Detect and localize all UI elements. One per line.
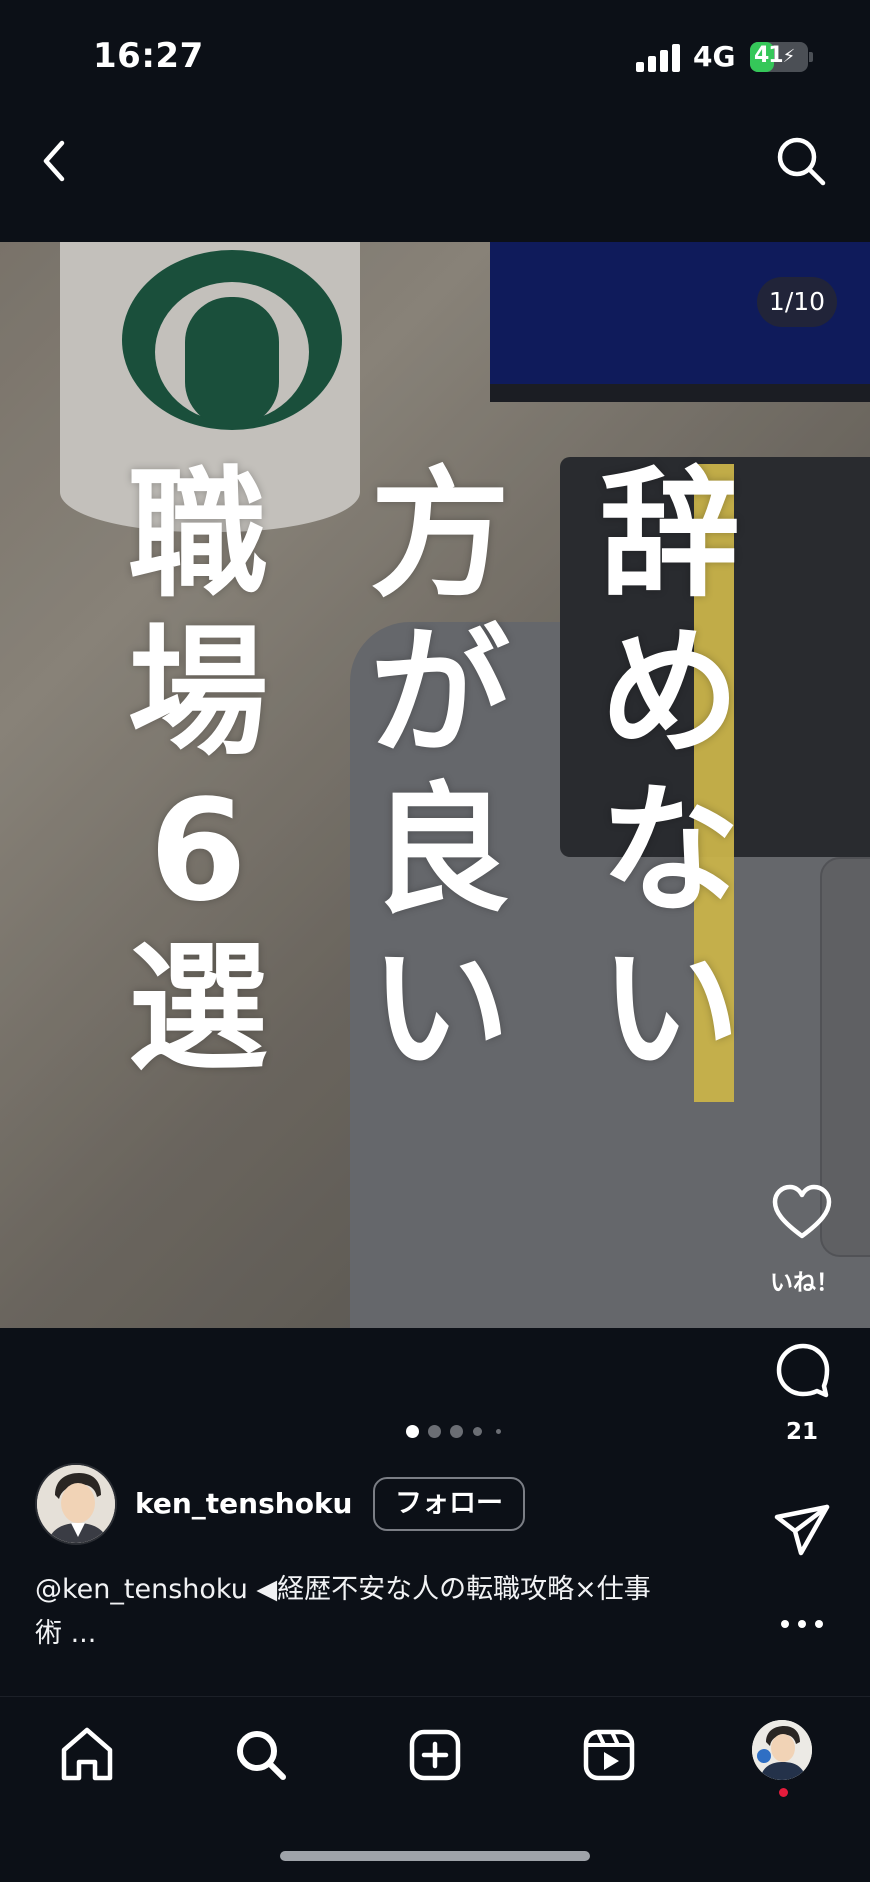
image-counter: 1/10 [757,277,837,327]
carousel-dot [473,1427,482,1436]
notification-dot [779,1788,788,1797]
author-username[interactable]: ken_tenshoku [135,1487,353,1520]
comment-count: 21 [785,1419,818,1445]
battery-cap [809,52,813,62]
profile-avatar-icon[interactable] [752,1720,812,1780]
carousel-indicator [398,1423,518,1439]
send-icon[interactable] [773,1503,831,1557]
author-avatar[interactable] [35,1463,117,1545]
heart-icon[interactable] [771,1184,833,1240]
post-image[interactable]: 辞 め な い 方 が 良 い 職 場 6 選 1/10 [0,242,870,1328]
signal-strength-icon [636,44,680,72]
overlay-text-column-1: 辞 め な い [590,457,750,1089]
overlay-char: い [599,928,740,1091]
status-time: 16:27 [93,36,204,76]
more-horizontal-icon[interactable] [779,1614,825,1634]
overlay-char: 良 [369,770,510,933]
battery-level: 41 [754,43,784,68]
comment-icon[interactable] [775,1342,831,1398]
caption-line-2: 術 ... [35,1618,97,1649]
overlay-char: 辞 [599,454,740,617]
status-bar: 16:27 4G 41⚡ [0,0,870,110]
home-icon[interactable] [52,1720,122,1790]
overlay-text-column-2: 方 が 良 い [360,457,520,1089]
back-chevron-icon[interactable] [34,137,74,185]
carousel-dot [450,1425,463,1438]
carousel-dot-active [406,1425,419,1438]
overlay-char: い [369,928,510,1091]
network-type: 4G [693,40,736,73]
carousel-dot [496,1429,501,1434]
search-tab-icon[interactable] [226,1720,296,1790]
author-row: ken_tenshoku フォロー [35,1463,595,1549]
overlay-char: 選 [127,928,268,1091]
overlay-char: が [369,612,510,775]
search-icon[interactable] [773,133,829,189]
overlay-char: 方 [369,454,510,617]
create-plus-icon[interactable] [400,1720,470,1790]
caption-line-1: @ken_tenshoku ◀経歴不安な人の転職攻略×仕事 [35,1574,651,1605]
like-label: いね！ [770,1270,839,1296]
overlay-char: な [599,770,740,933]
charging-bolt-icon: ⚡ [782,46,796,67]
overlay-char: 職 [127,454,268,617]
carousel-dot [428,1425,441,1438]
overlay-char: め [599,612,740,775]
overlay-text-column-3: 職 場 6 選 [118,457,278,1089]
home-indicator [280,1851,590,1861]
overlay-char: 6 [149,770,247,933]
reels-icon[interactable] [574,1720,644,1790]
battery-icon: 41⚡ [750,42,808,72]
follow-button[interactable]: フォロー [373,1477,525,1531]
top-nav [0,115,870,205]
overlay-char: 場 [127,612,268,775]
post-caption[interactable]: @ken_tenshoku ◀経歴不安な人の転職攻略×仕事 術 ... [35,1568,735,1656]
